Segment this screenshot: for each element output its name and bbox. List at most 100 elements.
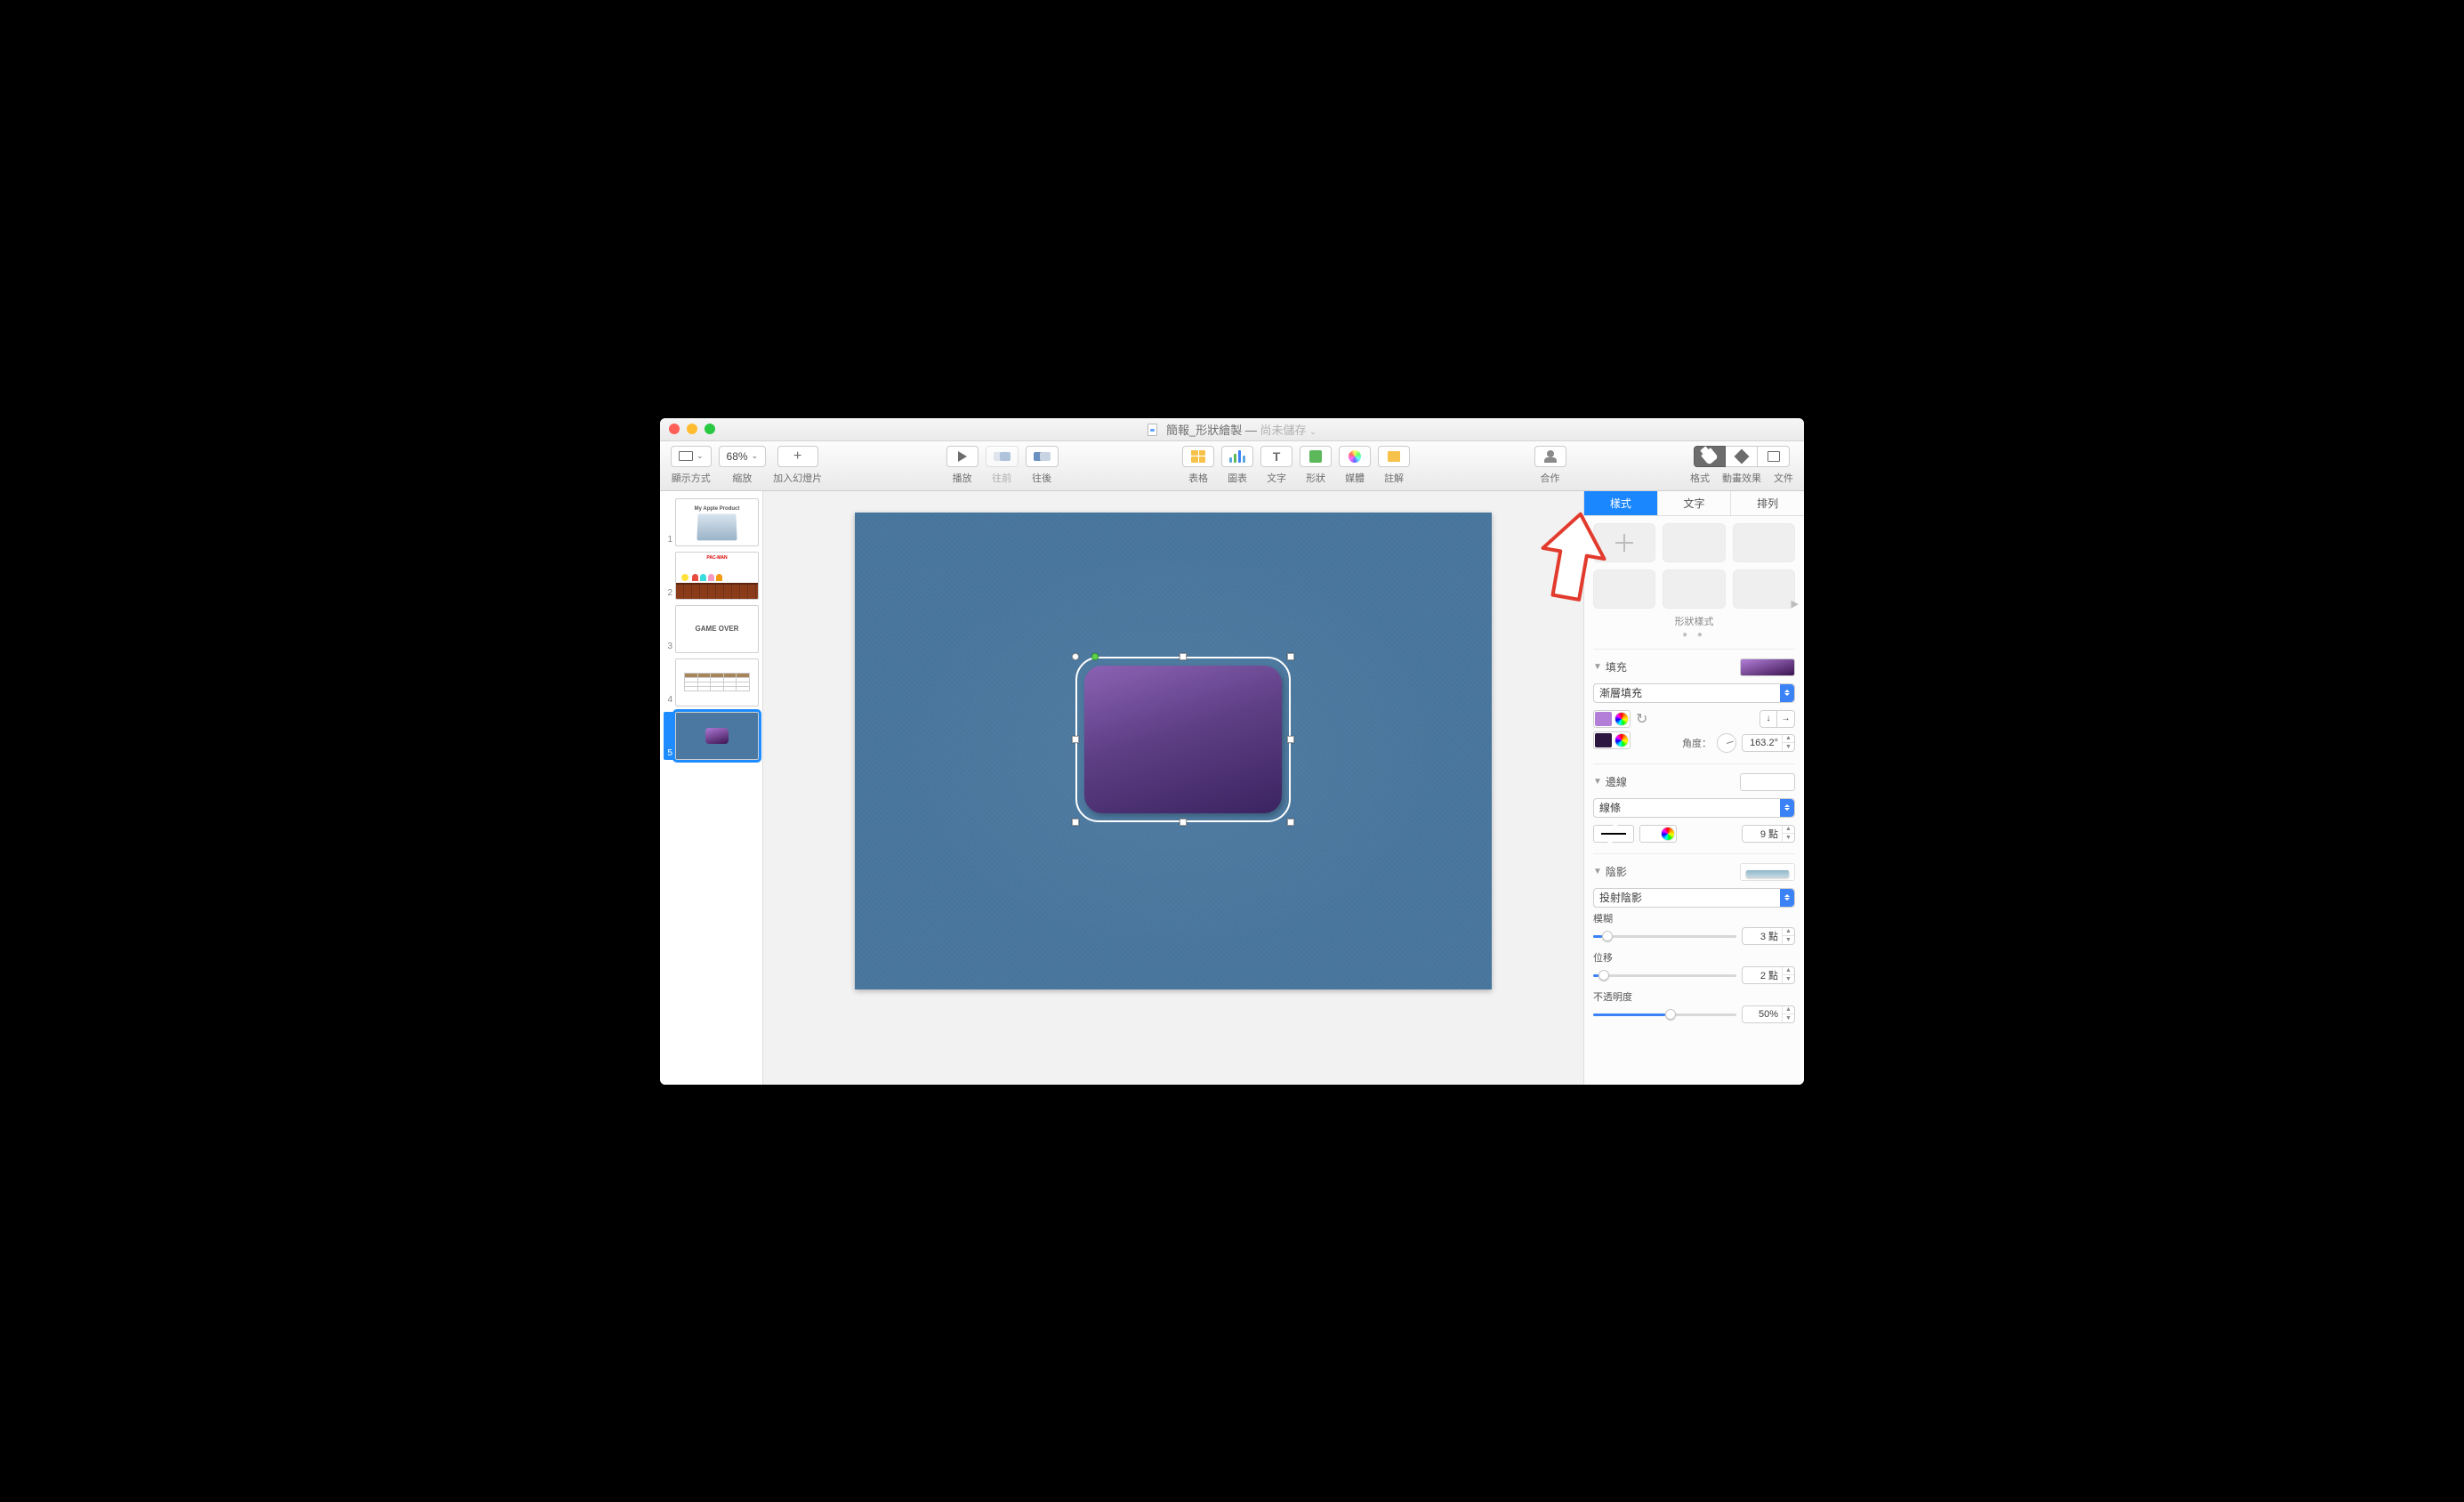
slide-thumbnail[interactable]: 2 PAC-MAN <box>664 552 759 600</box>
resize-handle[interactable] <box>1287 819 1294 826</box>
style-pager-dots[interactable]: ● ● <box>1593 630 1795 640</box>
offset-slider[interactable] <box>1593 969 1736 981</box>
tab-arrange[interactable]: 排列 <box>1731 491 1804 515</box>
resize-handle[interactable] <box>1287 653 1294 660</box>
resize-handle[interactable] <box>1180 819 1187 826</box>
style-preset[interactable] <box>1733 569 1795 609</box>
disclosure-icon[interactable]: ▼ <box>1593 662 1602 672</box>
slide-canvas-area[interactable] <box>763 491 1583 1085</box>
play-icon <box>958 451 967 462</box>
border-label: 邊線 <box>1606 774 1627 789</box>
next-button[interactable] <box>1026 446 1059 467</box>
fill-type-dropdown[interactable]: 漸層填充 <box>1593 683 1795 703</box>
resize-handle[interactable] <box>1072 653 1079 660</box>
gradient-color-2[interactable] <box>1593 731 1631 749</box>
brush-icon <box>1701 448 1719 465</box>
color-wheel-icon[interactable] <box>1661 827 1675 841</box>
table-button[interactable] <box>1182 446 1214 467</box>
collab-button[interactable] <box>1534 446 1566 467</box>
resize-handle[interactable] <box>1287 736 1294 743</box>
style-preset[interactable] <box>1663 523 1725 562</box>
note-button[interactable] <box>1378 446 1410 467</box>
style-preset[interactable] <box>1593 569 1655 609</box>
format-button[interactable] <box>1694 446 1726 467</box>
slide-navigator[interactable]: 1 My Apple Product 2 PAC-MAN 3 GAME OVER… <box>660 491 763 1085</box>
prev-button[interactable] <box>986 446 1019 467</box>
border-width-input[interactable]: 9 點▲▼ <box>1742 825 1795 843</box>
media-button[interactable] <box>1339 446 1371 467</box>
gradient-color-1[interactable] <box>1593 710 1631 728</box>
blur-slider[interactable] <box>1593 930 1736 942</box>
inspector-tabs: 樣式 文字 排列 <box>1584 491 1804 516</box>
view-mode-button[interactable]: ⌄ <box>671 446 712 467</box>
resize-handle[interactable] <box>1072 819 1079 826</box>
shadow-type-dropdown[interactable]: 投射陰影 <box>1593 888 1795 908</box>
zoom-button[interactable]: 68%⌄ <box>719 446 767 467</box>
document-button[interactable] <box>1758 446 1790 467</box>
angle-input[interactable]: 163.2°▲▼ <box>1742 734 1795 752</box>
angle-right-button[interactable]: → <box>1777 710 1795 728</box>
add-slide-button[interactable]: + <box>777 446 818 467</box>
disclosure-icon[interactable]: ▼ <box>1593 777 1602 787</box>
slide-thumbnail[interactable]: 3 GAME OVER <box>664 605 759 653</box>
window-titlebar: 簡報_形狀繪製 — 尚未儲存 ⌄ <box>660 418 1804 441</box>
opacity-input[interactable]: 50%▲▼ <box>1742 1005 1795 1023</box>
user-icon <box>1544 450 1557 463</box>
offset-label: 位移 <box>1593 950 1795 965</box>
chart-button[interactable] <box>1221 446 1253 467</box>
dropdown-arrow-icon <box>1607 828 1620 840</box>
disclosure-icon[interactable]: ▼ <box>1593 867 1602 876</box>
window-close-button[interactable] <box>669 424 680 434</box>
style-preset[interactable] <box>1663 569 1725 609</box>
opacity-label: 不透明度 <box>1593 989 1795 1004</box>
style-preset[interactable] <box>1733 523 1795 562</box>
angle-down-button[interactable]: ↓ <box>1759 710 1777 728</box>
text-icon: T <box>1273 449 1281 464</box>
shadow-preview[interactable] <box>1740 863 1795 881</box>
table-icon <box>1191 450 1205 463</box>
add-style-button[interactable] <box>1593 523 1655 562</box>
tab-style[interactable]: 樣式 <box>1584 491 1658 515</box>
format-inspector: 樣式 文字 排列 ▶ 形狀樣式 ● ● <box>1583 491 1804 1085</box>
border-preview[interactable] <box>1740 773 1795 791</box>
color-wheel-icon[interactable] <box>1614 712 1629 726</box>
play-button[interactable] <box>946 446 978 467</box>
color-wheel-icon[interactable] <box>1614 733 1629 747</box>
border-type-dropdown[interactable]: 線條 <box>1593 798 1795 818</box>
dropdown-arrow-icon <box>1780 799 1794 817</box>
shape-styles-label: 形狀樣式 <box>1593 614 1795 628</box>
chart-icon <box>1229 450 1245 463</box>
style-pager-next-icon[interactable]: ▶ <box>1792 598 1799 610</box>
resize-handle[interactable] <box>1180 653 1187 660</box>
resize-handle[interactable] <box>1072 736 1079 743</box>
slide-thumbnail[interactable]: 1 My Apple Product <box>664 498 759 546</box>
fill-label: 填充 <box>1606 659 1627 674</box>
shape-button[interactable] <box>1300 446 1332 467</box>
line-style-dropdown[interactable] <box>1593 825 1634 843</box>
toolbar: ⌄ 顯示方式 68%⌄ 縮放 + 加入幻燈片 播放 往前 往後 表格 圖表 T文… <box>660 441 1804 491</box>
opacity-slider[interactable] <box>1593 1008 1736 1021</box>
angle-label: 角度： <box>1682 736 1711 750</box>
selected-shape[interactable] <box>1075 657 1291 822</box>
text-button[interactable]: T <box>1260 446 1292 467</box>
tab-text[interactable]: 文字 <box>1658 491 1732 515</box>
slide-thumbnail[interactable]: 5 <box>664 712 759 760</box>
document-icon <box>1147 424 1157 436</box>
blur-input[interactable]: 3 點▲▼ <box>1742 927 1795 945</box>
rect-icon <box>1767 451 1780 462</box>
slide-thumbnail[interactable]: 4 <box>664 658 759 707</box>
shadow-label: 陰影 <box>1606 864 1627 879</box>
save-status[interactable]: 尚未儲存 ⌄ <box>1260 424 1316 437</box>
offset-input[interactable]: 2 點▲▼ <box>1742 966 1795 984</box>
note-icon <box>1388 451 1400 462</box>
border-color[interactable] <box>1639 825 1677 843</box>
window-minimize-button[interactable] <box>687 424 697 434</box>
slide-canvas[interactable] <box>855 513 1492 989</box>
fill-preview[interactable] <box>1740 658 1795 676</box>
angle-wheel[interactable] <box>1717 733 1736 753</box>
animation-button[interactable] <box>1726 446 1758 467</box>
corner-radius-handle[interactable] <box>1091 653 1099 660</box>
swap-colors-icon[interactable]: ↻ <box>1636 710 1647 728</box>
dropdown-arrow-icon <box>1780 684 1794 702</box>
window-zoom-button[interactable] <box>705 424 715 434</box>
